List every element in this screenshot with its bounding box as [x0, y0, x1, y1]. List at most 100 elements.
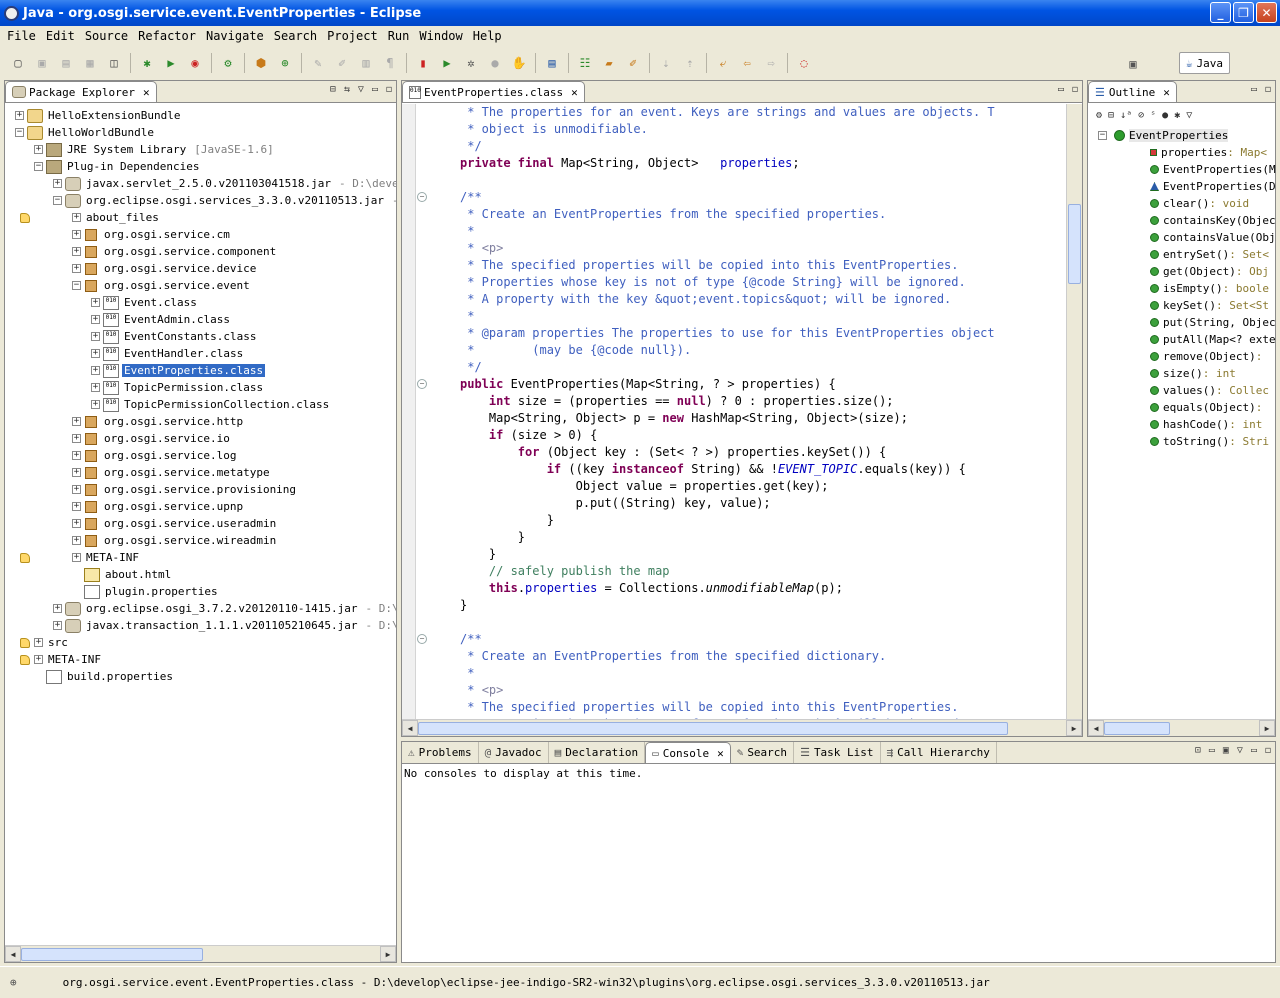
outline-item[interactable]: put(String, Objec — [1088, 314, 1276, 331]
expand-toggle-icon[interactable]: + — [72, 417, 81, 426]
forward-icon[interactable]: ⇨ — [763, 55, 779, 71]
expand-toggle-icon[interactable]: + — [34, 655, 43, 664]
open-task-icon[interactable]: ▤ — [544, 55, 560, 71]
expand-toggle-icon[interactable]: + — [72, 536, 81, 545]
expand-toggle-icon[interactable]: + — [72, 468, 81, 477]
expand-toggle-icon[interactable]: + — [91, 298, 100, 307]
expand-toggle-icon[interactable]: + — [34, 638, 43, 647]
tree-item[interactable]: plugin.properties — [5, 583, 396, 600]
outline-item[interactable]: remove(Object) : — [1088, 348, 1275, 365]
perspective-switcher[interactable]: ☕ Java — [1178, 52, 1230, 74]
tree-item[interactable]: + org.osgi.service.log — [5, 447, 396, 464]
tree-item[interactable]: − org.eclipse.osgi.services_3.3.0.v201105… — [5, 192, 396, 209]
fold-toggle-icon[interactable]: − — [417, 634, 427, 644]
hide-local-icon[interactable]: ● — [1162, 110, 1168, 121]
tree-item[interactable]: + about_files — [5, 209, 396, 226]
view-menu-icon[interactable]: ▽ — [1186, 110, 1192, 121]
tree-item[interactable]: + org.eclipse.osgi_3.7.2.v20120110-1415.j… — [5, 600, 396, 617]
tree-item[interactable]: + org.osgi.service.device — [5, 260, 396, 277]
search-tools-icon[interactable]: ⚙ — [220, 55, 236, 71]
menu-search[interactable]: Search — [269, 29, 322, 43]
expand-toggle-icon[interactable]: + — [91, 400, 100, 409]
collapse-all-icon[interactable]: ⊟ — [330, 84, 336, 95]
pin-console-icon[interactable]: ⊡ — [1195, 745, 1201, 756]
tree-item[interactable]: build.properties — [5, 668, 396, 685]
expand-toggle-icon[interactable]: − — [53, 196, 62, 205]
tree-item[interactable]: + META-INF — [5, 549, 396, 566]
run-icon[interactable]: ▶ — [163, 55, 179, 71]
tree-item[interactable]: + JRE System Library [JavaSE-1.6] — [5, 141, 396, 158]
code-area[interactable]: * The properties for an event. Keys are … — [402, 104, 1052, 719]
expand-toggle-icon[interactable]: + — [72, 213, 81, 222]
outline-item[interactable]: entrySet() : Set< — [1088, 246, 1275, 263]
expand-toggle-icon[interactable]: − — [72, 281, 81, 290]
outline-item[interactable]: EventProperties(D — [1088, 178, 1276, 195]
expand-toggle-icon[interactable]: + — [34, 145, 43, 154]
outline-item[interactable]: size() : int — [1088, 365, 1275, 382]
tree-item[interactable]: + META-INF — [5, 651, 396, 668]
tree-item[interactable]: + org.osgi.service.io — [5, 430, 396, 447]
tree-item[interactable]: − org.osgi.service.event — [5, 277, 396, 294]
print-icon[interactable]: ▦ — [82, 55, 98, 71]
server-icon[interactable]: ▮ — [415, 55, 431, 71]
terminate-icon[interactable]: ● — [487, 55, 503, 71]
tree-item[interactable]: − HelloWorldBundle — [5, 124, 396, 141]
outline-item[interactable]: properties : Map< — [1088, 144, 1275, 161]
tree-item[interactable]: + HelloExtensionBundle — [5, 107, 396, 124]
tree-item[interactable]: +010 EventAdmin.class — [5, 311, 396, 328]
expand-toggle-icon[interactable]: + — [53, 604, 62, 613]
maximize-view-icon[interactable]: ◻ — [1265, 84, 1271, 95]
scroll-right-icon[interactable]: ▶ — [1259, 720, 1275, 736]
outline-item[interactable]: get(Object) : Obj — [1088, 263, 1275, 280]
view-menu-icon[interactable]: ▽ — [358, 84, 364, 95]
expand-toggle-icon[interactable]: + — [91, 366, 100, 375]
menu-navigate[interactable]: Navigate — [201, 29, 269, 43]
minimize-button[interactable]: _ — [1210, 2, 1231, 23]
scroll-right-icon[interactable]: ▶ — [380, 946, 396, 962]
tree-item[interactable]: + javax.servlet_2.5.0.v201103041518.jar - … — [5, 175, 396, 192]
outline-item[interactable]: − EventProperties — [1088, 127, 1275, 144]
minimize-view-icon[interactable]: ▭ — [372, 84, 378, 95]
external-tools-icon[interactable]: ◉ — [187, 55, 203, 71]
menu-edit[interactable]: Edit — [41, 29, 80, 43]
tree-item[interactable]: +010 TopicPermissionCollection.class — [5, 396, 396, 413]
tree-item[interactable]: +010 EventHandler.class — [5, 345, 396, 362]
outline-item[interactable]: hashCode() : int — [1088, 416, 1275, 433]
tab-outline[interactable]: ☰ Outline ✕ — [1088, 81, 1177, 102]
block-selection-icon[interactable]: ▥ — [358, 55, 374, 71]
tree-item[interactable]: + src — [5, 634, 396, 651]
menu-help[interactable]: Help — [468, 29, 507, 43]
tree-item[interactable]: − Plug-in Dependencies — [5, 158, 396, 175]
open-search-icon[interactable]: ✐ — [625, 55, 641, 71]
collapse-icon[interactable]: ⊟ — [1108, 110, 1114, 121]
resume-icon[interactable]: ▶ — [439, 55, 455, 71]
maximize-view-icon[interactable]: ◻ — [386, 84, 392, 95]
tab-package-explorer[interactable]: Package Explorer ✕ — [5, 81, 157, 102]
scroll-left-icon[interactable]: ◀ — [402, 720, 418, 736]
hide-nonpublic-icon[interactable]: ˢ — [1150, 110, 1156, 121]
new-package-icon[interactable]: ⬢ — [253, 55, 269, 71]
outline-item[interactable]: EventProperties(M — [1088, 161, 1276, 178]
fast-view-icon[interactable]: ⊕ — [10, 976, 17, 989]
tree-item[interactable]: +010 Event.class — [5, 294, 396, 311]
expand-toggle-icon[interactable]: + — [72, 264, 81, 273]
menu-source[interactable]: Source — [80, 29, 133, 43]
tab-declaration[interactable]: ▤ Declaration — [549, 742, 646, 763]
open-console-icon[interactable]: ▣ — [1223, 745, 1229, 756]
tree-item[interactable]: +010 EventConstants.class — [5, 328, 396, 345]
expand-toggle-icon[interactable]: + — [53, 621, 62, 630]
minimize-view-icon[interactable]: ▭ — [1058, 84, 1064, 95]
back-icon[interactable]: ⇦ — [739, 55, 755, 71]
outline-horizontal-scrollbar[interactable]: ◀ ▶ — [1088, 719, 1275, 736]
scroll-right-icon[interactable]: ▶ — [1066, 720, 1082, 736]
tab-search[interactable]: ✎ Search — [731, 742, 795, 763]
save-icon[interactable]: ▣ — [34, 55, 50, 71]
menu-file[interactable]: File — [2, 29, 41, 43]
outline-item[interactable]: toString() : Stri — [1088, 433, 1275, 450]
show-whitespace-icon[interactable]: ¶ — [382, 55, 398, 71]
menu-refactor[interactable]: Refactor — [133, 29, 201, 43]
tab-console[interactable]: ▭ Console ✕ — [645, 742, 731, 763]
open-folder-icon[interactable]: ▰ — [601, 55, 617, 71]
prev-annotation-icon[interactable]: ⇡ — [682, 55, 698, 71]
scroll-left-icon[interactable]: ◀ — [1088, 720, 1104, 736]
